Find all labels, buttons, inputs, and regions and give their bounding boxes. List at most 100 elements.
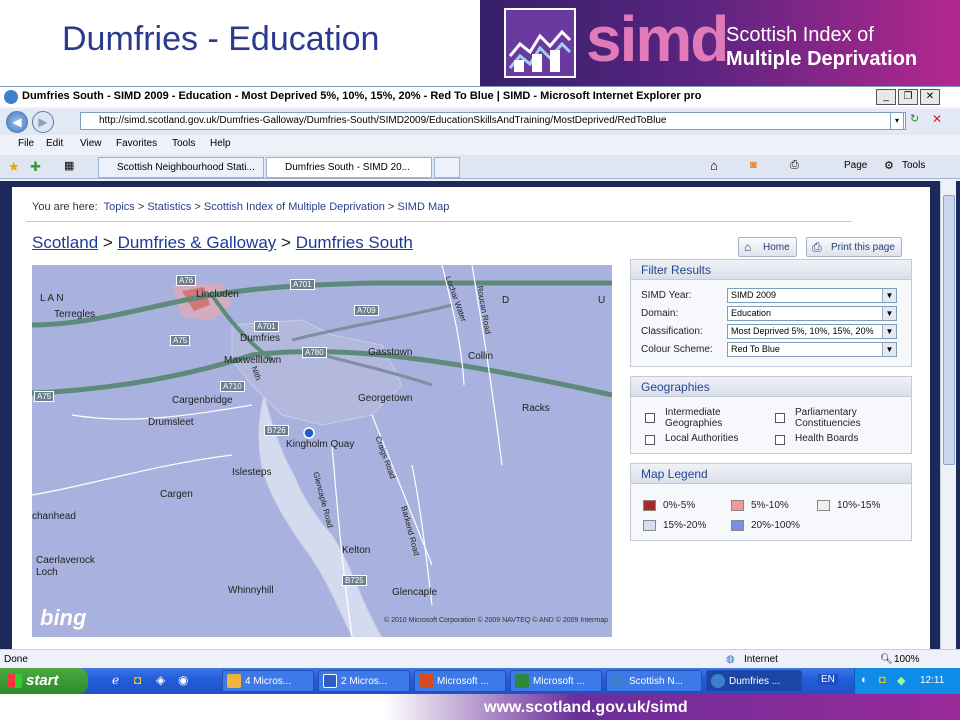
web-page: You are here: Topics > Statistics > Scot… — [12, 187, 930, 649]
colour-scheme-select[interactable]: Red To Blue ▼ — [727, 342, 897, 357]
taskbar-button[interactable]: 4 Micros... — [222, 670, 314, 692]
globe-icon: ◍ — [726, 654, 735, 665]
crumb-statistics[interactable]: Statistics — [147, 201, 191, 213]
forward-button[interactable]: ▶ — [32, 111, 54, 133]
map-label-islesteps: Islesteps — [232, 467, 272, 478]
close-button[interactable]: ✕ — [920, 89, 940, 105]
taskbar-button-label: Scottish N... — [629, 676, 683, 687]
add-favorite-icon[interactable]: ✚ — [30, 159, 41, 175]
checkbox-health-boards[interactable] — [775, 435, 785, 445]
brand-line2: Multiple Deprivation — [726, 48, 918, 70]
quicklaunch-icon[interactable]: ◘ — [134, 673, 141, 687]
ie-logo-icon — [4, 90, 18, 104]
path-dumfries-galloway[interactable]: Dumfries & Galloway — [118, 233, 277, 252]
path-scotland[interactable]: Scotland — [32, 233, 98, 252]
tab-label: Dumfries South - SIMD 20... — [285, 162, 411, 173]
menu-help[interactable]: Help — [210, 138, 231, 149]
tab-dumfries-south[interactable]: Dumfries South - SIMD 20... — [266, 157, 432, 178]
checkbox-parliamentary-constituencies[interactable] — [775, 413, 785, 423]
tray-icon[interactable]: ◆ — [897, 674, 905, 687]
language-indicator[interactable]: EN — [818, 674, 838, 685]
feeds-icon[interactable]: ◙ — [750, 159, 757, 171]
print-page-button[interactable]: ⎙ Print this page — [806, 237, 902, 257]
chevron-down-icon: ▼ — [882, 289, 896, 302]
ie-quicklaunch-icon[interactable]: ℯ — [112, 673, 119, 687]
classification-select[interactable]: Most Deprived 5%, 10%, 15%, 20% ▼ — [727, 324, 897, 339]
ie-window: Dumfries South - SIMD 2009 - Education -… — [0, 86, 960, 669]
quicklaunch-icon[interactable]: ◉ — [178, 673, 188, 687]
zone-text: Internet — [744, 654, 778, 665]
road-a710: A710 — [220, 381, 245, 392]
legend-label: 15%-20% — [663, 520, 707, 531]
checkbox-local-authorities[interactable] — [645, 435, 655, 445]
stop-icon[interactable]: ✕ — [932, 112, 950, 130]
map-label-georgetown: Georgetown — [358, 393, 413, 404]
checkbox-intermediate-geographies[interactable] — [645, 413, 655, 423]
url-dropdown-icon[interactable]: ▾ — [890, 112, 904, 130]
page-menu[interactable]: Page — [844, 160, 867, 171]
bing-logo: bing — [40, 605, 87, 630]
filter-results-panel: Filter Results SIMD Year: SIMD 2009 ▼ Do… — [630, 259, 912, 367]
slide: Dumfries - Education simd Scottish Index… — [0, 0, 960, 720]
tab-scottish-neighbourhood[interactable]: Scottish Neighbourhood Stati... — [98, 157, 264, 178]
back-button[interactable]: ◀ — [6, 111, 28, 133]
map-label-drumsleet: Drumsleet — [148, 417, 194, 428]
taskbar-button-label: 4 Micros... — [245, 676, 292, 687]
house-icon: ⌂ — [744, 240, 752, 254]
print-icon[interactable]: ⎙ — [790, 159, 799, 172]
simd-year-value: SIMD 2009 — [731, 290, 777, 300]
home-icon[interactable]: ⌂ — [710, 158, 718, 173]
label-health-boards: Health Boards — [795, 433, 859, 444]
colour-scheme-value: Red To Blue — [731, 344, 780, 354]
taskbar-button[interactable]: 2 Micros... — [318, 670, 410, 692]
taskbar-button[interactable]: Microsoft ... — [510, 670, 602, 692]
geographies-title: Geographies — [631, 377, 911, 397]
map-label-terregles: Terregles — [54, 309, 96, 320]
tools-menu[interactable]: Tools — [902, 160, 925, 171]
area-path: Scotland > Dumfries & Galloway > Dumfrie… — [32, 233, 413, 253]
favorites-star-icon[interactable]: ★ — [8, 159, 20, 175]
go-icon[interactable]: ↻ — [910, 112, 928, 130]
domain-select[interactable]: Education ▼ — [727, 306, 897, 321]
crumb-simd[interactable]: Scottish Index of Multiple Deprivation — [204, 201, 385, 213]
quick-tabs-icon[interactable]: ▦ — [64, 159, 74, 172]
road-a75: A75 — [170, 335, 191, 346]
scroll-thumb[interactable] — [943, 195, 955, 465]
crumb-topics[interactable]: Topics — [104, 201, 135, 213]
road-a701b: A701 — [254, 321, 279, 332]
tray-icon[interactable]: ◐ — [861, 674, 868, 686]
quicklaunch-icon[interactable]: ◈ — [156, 673, 165, 687]
map-label-lincluden: Lincluden — [196, 289, 239, 300]
map-label-cargen: Cargen — [160, 489, 193, 500]
restore-button[interactable]: ❐ — [898, 89, 918, 105]
simd-map[interactable]: L A N D U Lincluden Terregles Dumfries M… — [32, 265, 612, 637]
map-legend-title: Map Legend — [631, 464, 911, 484]
crumb-simd-map[interactable]: SIMD Map — [397, 201, 449, 213]
clock[interactable]: 12:11 — [920, 675, 944, 686]
url-input[interactable]: http://simd.scotland.gov.uk/Dumfries-Gal… — [80, 112, 906, 130]
page-scrollbar[interactable] — [940, 181, 956, 649]
simd-logo-icon — [504, 8, 576, 78]
path-dumfries-south[interactable]: Dumfries South — [296, 233, 413, 252]
taskbar-button-active[interactable]: Dumfries ... — [706, 670, 802, 692]
legend-swatch — [731, 500, 744, 511]
new-tab-button[interactable] — [434, 157, 460, 178]
simd-year-select[interactable]: SIMD 2009 ▼ — [727, 288, 897, 303]
taskbar-button[interactable]: Microsoft ... — [414, 670, 506, 692]
home-button[interactable]: ⌂ Home — [738, 237, 797, 257]
print-button-label: Print this page — [831, 242, 895, 253]
tray-icon[interactable]: ◘ — [879, 674, 886, 686]
zoom-level[interactable]: 100% — [894, 654, 920, 665]
start-button[interactable]: start — [0, 668, 88, 694]
taskbar-button[interactable]: Scottish N... — [606, 670, 702, 692]
menu-view[interactable]: View — [80, 138, 102, 149]
label-local-authorities: Local Authorities — [665, 433, 739, 444]
menu-favorites[interactable]: Favorites — [116, 138, 157, 149]
domain-value: Education — [731, 308, 772, 318]
minimize-button[interactable]: _ — [876, 89, 896, 105]
road-a76: A76 — [176, 275, 197, 286]
menu-edit[interactable]: Edit — [46, 138, 63, 149]
menu-tools[interactable]: Tools — [172, 138, 195, 149]
menu-file[interactable]: File — [18, 138, 34, 149]
filter-results-title: Filter Results — [631, 260, 911, 280]
